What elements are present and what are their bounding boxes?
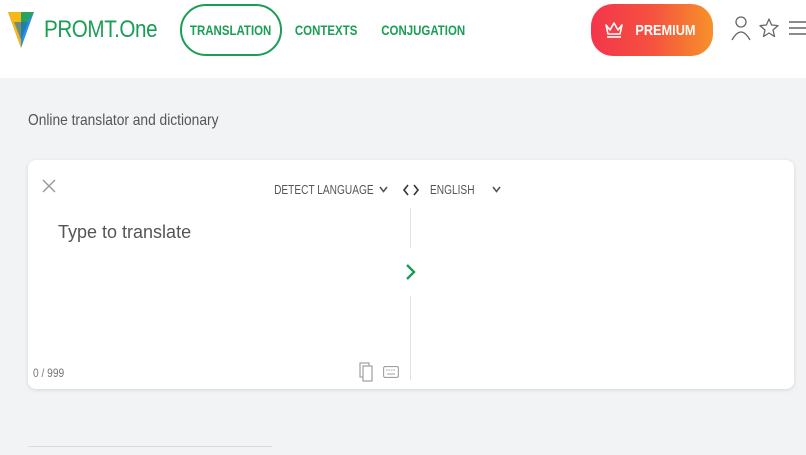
premium-label: PREMIUM bbox=[634, 21, 696, 39]
chevron-down-icon bbox=[379, 186, 388, 193]
tab-conjugation[interactable]: CONJUGATION bbox=[374, 4, 472, 56]
pane-divider bbox=[410, 296, 411, 380]
tab-conjugation-label: CONJUGATION bbox=[381, 22, 466, 38]
section-divider bbox=[28, 446, 272, 447]
source-language-label: DETECT LANGUAGE bbox=[274, 182, 374, 197]
promt-logo-icon[interactable] bbox=[6, 10, 36, 50]
chevron-down-icon bbox=[492, 186, 501, 193]
copy-icon[interactable] bbox=[359, 362, 373, 382]
swap-languages-icon[interactable] bbox=[402, 182, 420, 198]
menu-icon[interactable] bbox=[786, 14, 806, 42]
target-language-select[interactable]: ENGLISH bbox=[430, 182, 501, 197]
clear-icon[interactable] bbox=[40, 177, 58, 195]
crown-icon bbox=[604, 22, 623, 38]
tab-contexts-label: CONTEXTS bbox=[294, 22, 358, 38]
pane-divider bbox=[410, 208, 411, 248]
tab-translation[interactable]: TRANSLATION bbox=[180, 4, 282, 56]
source-language-select[interactable]: DETECT LANGUAGE bbox=[246, 182, 388, 197]
tab-contexts[interactable]: CONTEXTS bbox=[290, 4, 362, 56]
brand-name[interactable]: PROMT.One bbox=[44, 16, 158, 44]
premium-button[interactable]: PREMIUM bbox=[591, 4, 713, 56]
star-icon[interactable] bbox=[758, 14, 780, 42]
keyboard-icon[interactable] bbox=[383, 366, 399, 378]
user-icon[interactable] bbox=[730, 14, 752, 42]
tab-translation-label: TRANSLATION bbox=[190, 22, 272, 38]
top-header: PROMT.One TRANSLATION CONTEXTS CONJUGATI… bbox=[0, 0, 806, 78]
page-subtitle: Online translator and dictionary bbox=[28, 112, 219, 129]
char-counter: 0 / 999 bbox=[33, 366, 65, 380]
translate-arrow-icon[interactable] bbox=[404, 262, 418, 282]
source-text-input[interactable] bbox=[58, 218, 378, 246]
target-language-label: ENGLISH bbox=[430, 182, 475, 197]
